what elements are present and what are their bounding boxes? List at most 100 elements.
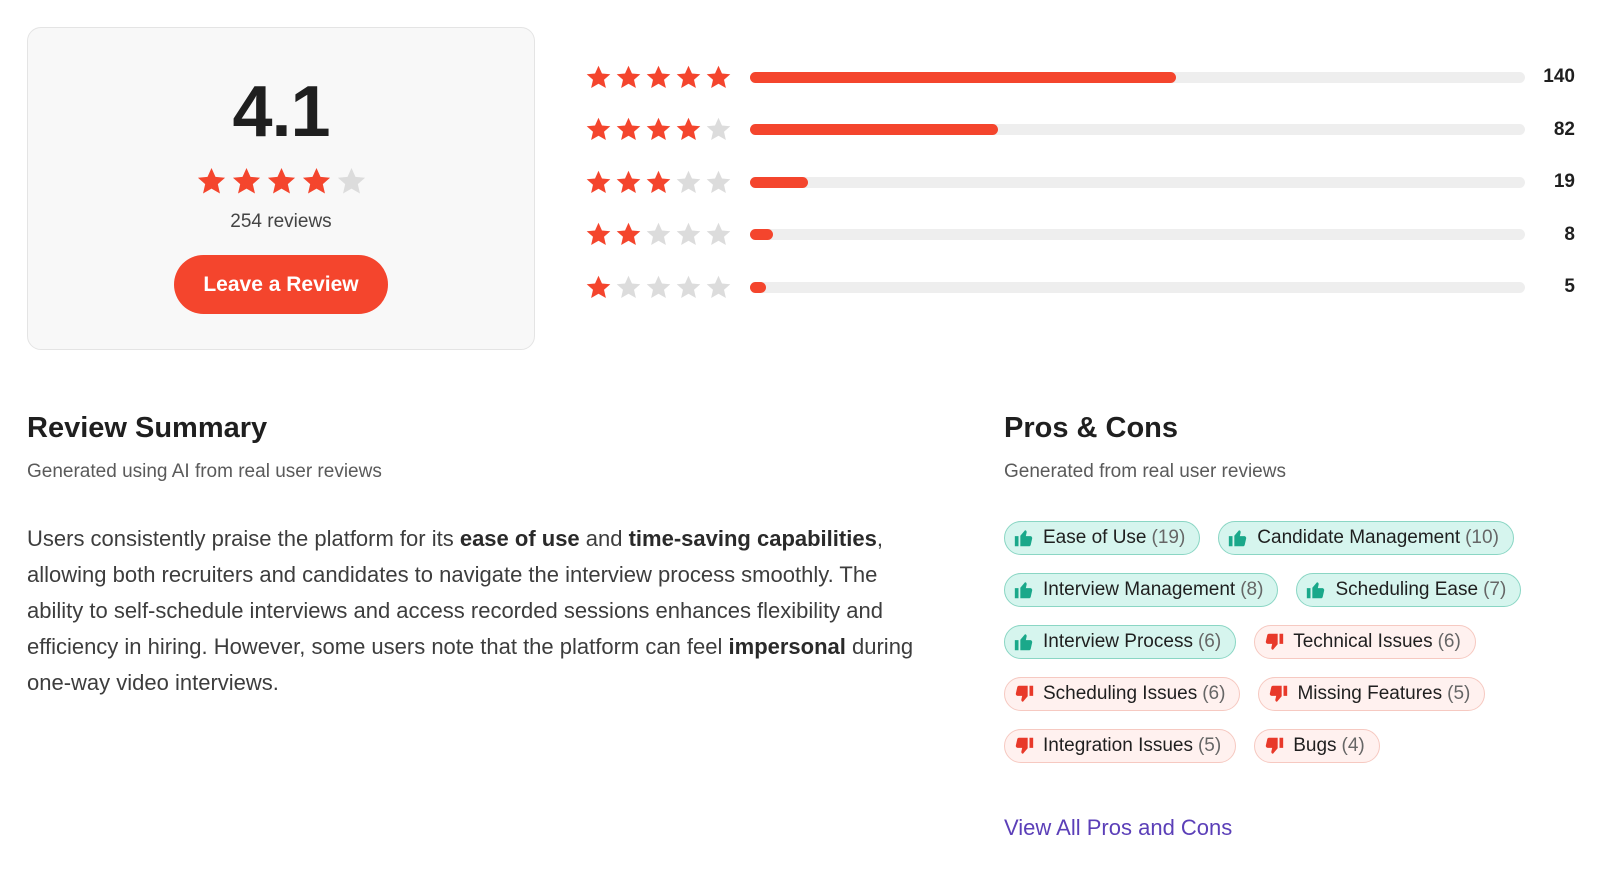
star-icon xyxy=(646,222,671,245)
pro-tag-ease-of-use[interactable]: Ease of Use (19) xyxy=(1004,521,1201,555)
thumbs-up-icon xyxy=(1229,530,1247,547)
star-icon xyxy=(616,170,641,193)
thumbs-down-icon xyxy=(1266,737,1284,754)
summary-highlight: ease of use xyxy=(459,526,580,551)
tag-label: Ease of Use xyxy=(1043,527,1147,548)
pro-tag-interview-process[interactable]: Interview Process (6) xyxy=(1004,625,1237,659)
star-icon xyxy=(646,275,671,298)
thumbs-down-icon xyxy=(1265,633,1284,650)
thumbs-down-icon xyxy=(1270,685,1288,702)
con-tag-missing-features[interactable]: Missing Features (5) xyxy=(1258,677,1486,711)
star-icon xyxy=(586,170,611,193)
distribution-row-1-star[interactable]: 5 xyxy=(585,272,1575,302)
average-rating-stars xyxy=(196,166,367,197)
distribution-bar-fill xyxy=(750,229,774,240)
tag-count: (5) xyxy=(1197,735,1222,756)
summary-highlight: time-saving capabilities xyxy=(628,526,877,551)
star-icon xyxy=(586,65,611,88)
star-icon xyxy=(646,117,671,140)
con-tag-scheduling-issues[interactable]: Scheduling Issues (6) xyxy=(1004,677,1241,711)
tag-label: Missing Features xyxy=(1297,683,1443,704)
review-summary-text: Users consistently praise the platform f… xyxy=(27,521,927,701)
distribution-row-5-star[interactable]: 140 xyxy=(585,62,1575,92)
distribution-stars xyxy=(585,116,750,143)
review-summary-section: Review Summary Generated using AI from r… xyxy=(27,412,927,701)
star-icon xyxy=(646,170,671,193)
star-icon xyxy=(586,222,611,245)
tag-label: Scheduling Issues xyxy=(1043,683,1198,704)
review-summary-title: Review Summary xyxy=(27,412,268,444)
tag-count: (6) xyxy=(1437,631,1461,652)
star-icon xyxy=(676,65,701,88)
distribution-bar-fill xyxy=(750,124,998,135)
tag-count: (7) xyxy=(1483,579,1507,600)
distribution-row-3-star[interactable]: 19 xyxy=(585,167,1575,197)
distribution-count: 5 xyxy=(1564,276,1575,297)
star-icon xyxy=(616,222,641,245)
tag-count: (6) xyxy=(1197,631,1222,652)
star-icon xyxy=(616,117,641,140)
star-icon xyxy=(676,117,701,140)
thumbs-down-icon xyxy=(1015,737,1034,754)
star-icon xyxy=(706,65,731,88)
average-rating: 4.1 xyxy=(232,72,330,152)
star-icon xyxy=(706,275,731,298)
distribution-bar-track xyxy=(750,71,1525,83)
star-icon xyxy=(676,222,701,245)
star-icon xyxy=(337,167,365,194)
tag-label: Candidate Management xyxy=(1257,527,1461,548)
distribution-bar-track xyxy=(750,229,1525,240)
tag-count: (8) xyxy=(1240,579,1264,600)
review-count: 254 reviews xyxy=(230,211,332,232)
star-icon xyxy=(586,275,611,298)
tag-count: (5) xyxy=(1447,683,1471,704)
thumbs-up-icon xyxy=(1014,530,1033,547)
con-tag-technical-issues[interactable]: Technical Issues (6) xyxy=(1254,625,1476,659)
star-icon xyxy=(197,167,225,194)
overall-rating-card: 4.1 254 reviews Leave a Review xyxy=(27,27,535,350)
star-icon xyxy=(232,167,260,194)
con-tag-bugs[interactable]: Bugs (4) xyxy=(1254,729,1380,763)
distribution-bar-track xyxy=(750,281,1525,293)
summary-highlight: impersonal xyxy=(728,634,846,659)
tag-count: (10) xyxy=(1465,527,1499,548)
view-all-pros-cons-link[interactable]: View All Pros and Cons xyxy=(1004,815,1232,841)
distribution-bar-fill xyxy=(750,71,1177,83)
tag-label: Integration Issues xyxy=(1043,735,1193,756)
star-icon xyxy=(646,65,671,88)
distribution-count: 19 xyxy=(1553,171,1575,192)
pro-tag-candidate-management[interactable]: Candidate Management (10) xyxy=(1218,521,1514,555)
distribution-stars xyxy=(585,221,750,248)
tag-count: (4) xyxy=(1341,735,1365,756)
tag-label: Scheduling Ease xyxy=(1335,579,1479,600)
pros-cons-section: Pros & Cons Generated from real user rev… xyxy=(1004,412,1584,763)
distribution-count: 82 xyxy=(1553,118,1575,140)
con-tag-integration-issues[interactable]: Integration Issues (5) xyxy=(1004,729,1237,763)
leave-review-button[interactable]: Leave a Review xyxy=(174,255,388,314)
pros-cons-title: Pros & Cons xyxy=(1004,412,1179,444)
distribution-bar-fill xyxy=(750,176,809,188)
star-icon xyxy=(676,275,701,298)
distribution-row-4-star[interactable]: 82 xyxy=(585,115,1575,145)
pros-cons-subtitle: Generated from real user reviews xyxy=(1004,461,1286,482)
thumbs-up-icon xyxy=(1014,582,1033,599)
star-icon xyxy=(706,170,731,193)
thumbs-up-icon xyxy=(1307,582,1325,599)
distribution-stars xyxy=(585,64,750,91)
distribution-bar-track xyxy=(750,124,1525,135)
tag-label: Interview Management xyxy=(1043,579,1236,600)
summary-segment: Users consistently praise the platform f… xyxy=(27,526,460,551)
pro-tag-scheduling-ease[interactable]: Scheduling Ease (7) xyxy=(1296,573,1522,607)
distribution-row-2-star[interactable]: 8 xyxy=(585,220,1575,250)
thumbs-down-icon xyxy=(1015,685,1034,702)
star-icon xyxy=(616,275,641,298)
star-icon xyxy=(302,167,330,194)
distribution-bar-fill xyxy=(750,281,766,293)
distribution-count: 8 xyxy=(1564,223,1575,245)
tag-label: Bugs xyxy=(1293,735,1337,756)
distribution-stars xyxy=(585,169,750,196)
pros-cons-tags: Ease of Use (19) Candidate Management (10) I… xyxy=(1004,521,1584,763)
tag-count: (19) xyxy=(1151,527,1186,548)
pro-tag-interview-management[interactable]: Interview Management (8) xyxy=(1004,573,1279,607)
thumbs-up-icon xyxy=(1014,634,1033,651)
